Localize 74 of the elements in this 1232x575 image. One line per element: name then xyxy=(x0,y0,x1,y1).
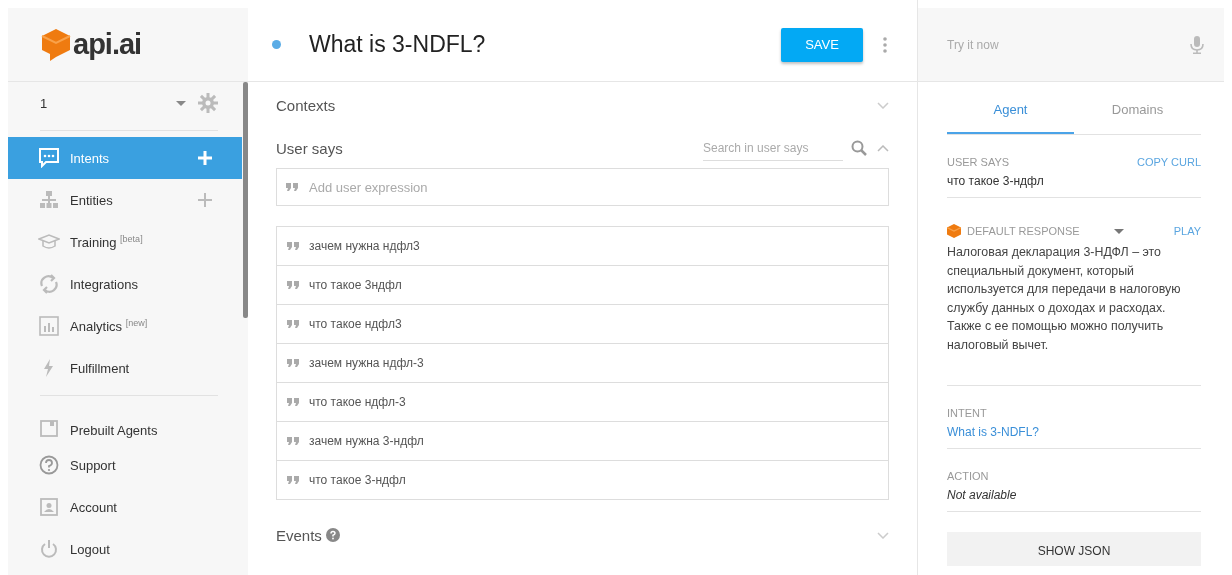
account-icon xyxy=(38,497,60,517)
settings-icon[interactable] xyxy=(198,93,218,113)
expression-text: зачем нужна ндфл3 xyxy=(309,239,420,253)
chevron-down-icon[interactable] xyxy=(877,101,889,109)
nav-item[interactable]: Account xyxy=(8,486,242,528)
quote-icon xyxy=(287,437,299,445)
search-icon[interactable] xyxy=(851,140,867,156)
expression-row[interactable]: зачем нужна ндфл-3 xyxy=(277,343,888,382)
response-text: Налоговая декларация 3-НДФЛ – это специальный документ, который используется для передачи в налоговую службу данных о доходах и расходах. Также с ее помощью можно получить налоговый вычет. xyxy=(947,244,1182,354)
nav-item[interactable]: Entities xyxy=(8,179,242,221)
action-value: Not available xyxy=(947,487,1018,502)
expression-row[interactable]: зачем нужна ндфл3 xyxy=(277,227,888,265)
chevron-down-icon[interactable] xyxy=(877,531,889,539)
status-dot xyxy=(272,40,281,49)
nav-item[interactable]: Integrations xyxy=(8,263,242,305)
section-title[interactable]: Events xyxy=(276,526,322,544)
more-icon[interactable] xyxy=(883,36,887,53)
show-json-button[interactable]: SHOW JSON xyxy=(947,531,1201,566)
nav-item[interactable]: Fulfillment xyxy=(8,347,242,389)
cube-icon xyxy=(947,224,961,238)
scrollbar[interactable] xyxy=(243,82,248,318)
field-label: USER SAYS xyxy=(947,156,1011,168)
expression-row[interactable]: что такое 3-ндфл xyxy=(277,460,888,499)
search-field[interactable]: Search in user says xyxy=(703,135,843,161)
field-label: DEFAULT RESPONSE xyxy=(967,225,1080,237)
quote-icon xyxy=(287,320,299,328)
chat-icon xyxy=(38,148,60,168)
chevron-up-icon[interactable] xyxy=(877,144,889,152)
expression-text: зачем нужна ндфл-3 xyxy=(309,356,424,370)
field-label: ACTION xyxy=(947,469,990,482)
power-icon xyxy=(38,539,60,559)
section-title[interactable]: Contexts xyxy=(276,96,877,114)
microphone-icon[interactable] xyxy=(1190,35,1204,54)
sync-icon xyxy=(38,274,60,294)
logo-text: api.ai xyxy=(73,28,142,61)
field-label: INTENT xyxy=(947,406,988,419)
quote-icon xyxy=(287,398,299,406)
expression-text: что такое 3ндфл xyxy=(309,278,402,292)
nav-item[interactable]: Analytics $^{[new]}$ xyxy=(8,305,242,347)
help-icon xyxy=(38,455,60,475)
agent-name[interactable]: 1 xyxy=(40,95,164,111)
expression-row[interactable]: что такое ндфл3 xyxy=(277,304,888,343)
graduation-cap-icon xyxy=(38,232,60,252)
user-says-value: что такое 3-ндфл xyxy=(947,174,1045,188)
quote-icon xyxy=(287,359,299,367)
expression-row[interactable]: что такое 3ндфл xyxy=(277,265,888,304)
quote-icon xyxy=(287,476,299,484)
expression-row[interactable]: зачем нужна 3-ндфл xyxy=(277,421,888,460)
intent-link[interactable]: What is 3-NDFL? xyxy=(947,424,1201,439)
quote-icon xyxy=(287,281,299,289)
help-icon[interactable] xyxy=(325,528,340,542)
expression-text: зачем нужна 3-ндфл xyxy=(309,434,424,448)
intent-title: What is 3-NDFL? xyxy=(309,31,487,58)
nav-item[interactable]: Prebuilt Agents xyxy=(8,404,242,438)
nav-item[interactable]: Training $^{[beta]}$ xyxy=(8,221,242,263)
nav-item[interactable]: Logout xyxy=(8,528,242,570)
add-icon[interactable] xyxy=(198,193,212,207)
expression-input[interactable]: Add user expression xyxy=(276,168,889,206)
expression-text: что такое 3-ндфл xyxy=(309,473,406,487)
caret-icon[interactable] xyxy=(1113,228,1124,234)
box-icon xyxy=(38,418,60,438)
expression-text: что такое ндфл-3 xyxy=(309,395,406,409)
quote-icon xyxy=(287,242,299,250)
caret-icon[interactable] xyxy=(176,100,186,106)
sitemap-icon xyxy=(38,190,60,210)
section-title[interactable]: User says xyxy=(276,139,703,157)
nav-item[interactable]: Support xyxy=(8,444,242,486)
tab[interactable]: Agent xyxy=(947,88,1074,134)
bar-chart-icon xyxy=(38,316,60,336)
logo-icon xyxy=(41,27,71,62)
quote-icon xyxy=(286,183,298,191)
try-it-field[interactable]: Try it now xyxy=(947,37,1190,52)
expression-row[interactable]: что такое ндфл-3 xyxy=(277,382,888,421)
expression-text: что такое ндфл3 xyxy=(309,317,402,331)
